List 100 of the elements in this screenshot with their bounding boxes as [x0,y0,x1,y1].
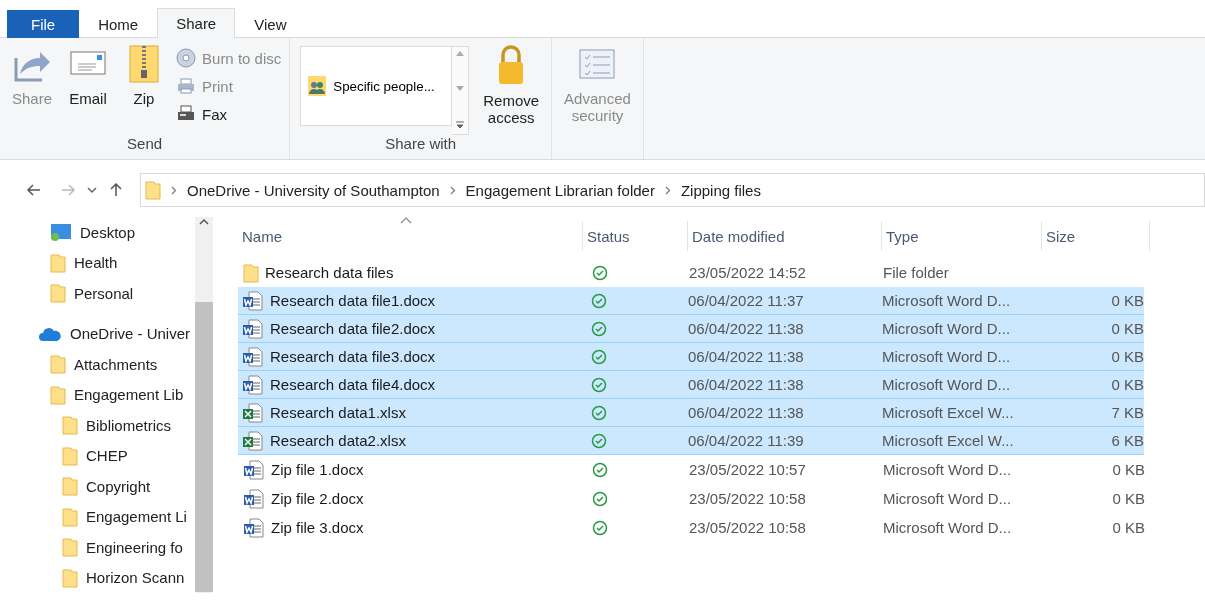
spreadsheet-file-icon [242,402,264,423]
recent-locations-chevron-icon[interactable] [86,186,98,194]
scrollbar[interactable] [195,217,213,593]
scrollbar-thumb[interactable] [195,302,213,592]
column-header[interactable]: Size [1042,221,1150,251]
ribbon-command[interactable]: Zip [118,42,171,135]
date-cell-text: 23/05/2022 10:58 [689,519,807,536]
file-row[interactable]: Zip file 2.docx 23/05/2022 10:58 Microsoft Word D... 0 KB [238,484,1144,513]
date-cell-text: 06/04/2022 11:39 [688,432,805,449]
column-header[interactable]: Name [238,221,583,251]
breadcrumb[interactable]: Zipping files [680,181,761,199]
cloud-icon [38,325,62,342]
document-file-icon [243,488,265,509]
file-row[interactable]: Research data1.xlsx 06/04/2022 11:38 Microsoft Excel W... 7 KB [238,399,1144,427]
file-row[interactable]: Research data file4.docx 06/04/2022 11:38 Microsoft Word D... 0 KB [238,371,1144,399]
type-cell-text: Microsoft Word D... [882,376,1012,393]
file-name: Research data file2.docx [270,320,436,337]
navigation-item[interactable]: OneDrive - Univer [0,318,195,349]
navigation-item[interactable]: Engagement Li [0,501,195,532]
chevron-icon [171,185,177,195]
scroll-up-icon[interactable] [198,217,210,227]
address-bar[interactable]: OneDrive - University of Southampton Engagement Librarian folder Zipping files [140,173,1205,207]
folder-icon [62,415,78,436]
file-name: Zip file 1.docx [271,461,364,478]
file-row[interactable]: Zip file 3.docx 23/05/2022 10:58 Microsoft Word D... 0 KB [238,513,1144,542]
type-cell-text: Microsoft Word D... [882,292,1012,309]
ribbon-tab[interactable]: File [7,10,80,38]
ribbon-command[interactable]: Fax [174,102,284,126]
ribbon-command[interactable]: Remove access [477,42,546,135]
synced-check-icon [591,432,607,449]
document-file-icon [243,459,265,480]
document-file-icon [242,290,264,311]
size-cell-text: 6 KB [1110,432,1144,449]
size-cell-text: 0 KB [1111,461,1145,478]
file-row[interactable]: Research data2.xlsx 06/04/2022 11:39 Microsoft Excel W... 6 KB [238,427,1144,455]
column-header[interactable]: Status [583,221,688,251]
folder-icon [62,506,78,527]
navigation-item[interactable]: Desktop [0,217,195,248]
date-cell-text: 23/05/2022 14:52 [689,264,807,281]
folder-icon [50,283,66,304]
file-row[interactable]: Zip file 1.docx 23/05/2022 10:57 Microsoft Word D... 0 KB [238,455,1144,484]
navigation-item[interactable]: Personal [0,278,195,309]
document-file-icon [243,517,265,538]
folder-icon [50,384,66,405]
file-row[interactable]: Research data file2.docx 06/04/2022 11:38 Microsoft Word D... 0 KB [238,315,1144,343]
ribbon-tab[interactable]: Share [157,8,236,38]
people-icon [307,75,328,97]
date-cell-text: 23/05/2022 10:58 [689,490,807,507]
navigation-item[interactable]: Engineering fo [0,532,195,563]
file-name: Research data2.xlsx [270,432,406,449]
folder-icon [62,537,78,558]
folder-icon [50,252,66,273]
navigation-item[interactable]: Horizon Scann [0,562,195,593]
file-row[interactable]: Research data files 23/05/2022 14:52 File folder [238,258,1144,287]
ribbon-tab[interactable]: Home [79,10,158,38]
gallery-expand-icon[interactable] [455,120,466,130]
type-cell-text: Microsoft Word D... [883,490,1013,507]
size-cell-text: 0 KB [1110,348,1144,365]
folder-icon [62,567,78,588]
breadcrumb[interactable]: OneDrive - University of Southampton [187,181,440,199]
share-gallery-item[interactable]: Specific people... [300,46,453,126]
navigation-item[interactable]: CHEP [0,440,195,471]
ribbon-tab[interactable]: View [235,10,306,38]
disc-icon [176,48,197,68]
file-row[interactable]: Research data file3.docx 06/04/2022 11:38 Microsoft Word D... 0 KB [238,343,1144,371]
navigation-item[interactable]: Engagement Lib [0,379,195,410]
chevron-icon [664,185,671,195]
date-cell-text: 06/04/2022 11:38 [688,348,805,365]
date-cell-text: 06/04/2022 11:38 [688,376,805,393]
back-arrow-icon[interactable] [26,182,42,198]
sort-ascending-icon [400,217,412,224]
synced-check-icon [591,376,607,393]
navigation-item[interactable]: Bibliometrics [0,410,195,441]
column-header[interactable]: Type [882,221,1042,251]
ribbon-command[interactable]: Email [62,42,115,135]
synced-check-icon [591,404,607,421]
document-file-icon [242,346,264,367]
date-cell-text: 06/04/2022 11:38 [688,320,805,337]
folder-icon [243,262,259,283]
file-name: Zip file 3.docx [271,519,364,536]
folder-icon [62,476,78,497]
navigation-item[interactable]: Attachments [0,349,195,380]
file-name: Research data file1.docx [270,292,436,309]
file-name: Research data1.xlsx [270,404,406,421]
file-row[interactable]: Research data file1.docx 06/04/2022 11:37 Microsoft Word D... 0 KB [238,287,1144,315]
synced-check-icon [591,348,607,365]
type-cell-text: Microsoft Word D... [883,519,1013,536]
synced-check-icon [592,264,608,281]
navigation-item[interactable]: Copyright [0,471,195,502]
size-cell-text: 0 KB [1110,320,1144,337]
synced-check-icon [592,490,608,507]
breadcrumb[interactable]: Engagement Librarian folder [465,181,655,199]
column-header[interactable]: Date modified [688,221,882,251]
folder-icon [62,445,78,466]
navigation-item[interactable]: Health [0,247,195,278]
size-cell-text: 0 KB [1111,519,1145,536]
size-cell-text: 0 KB [1110,376,1144,393]
file-name: Zip file 2.docx [271,490,364,507]
file-name: Research data file4.docx [270,376,436,393]
up-arrow-icon[interactable] [108,182,124,198]
